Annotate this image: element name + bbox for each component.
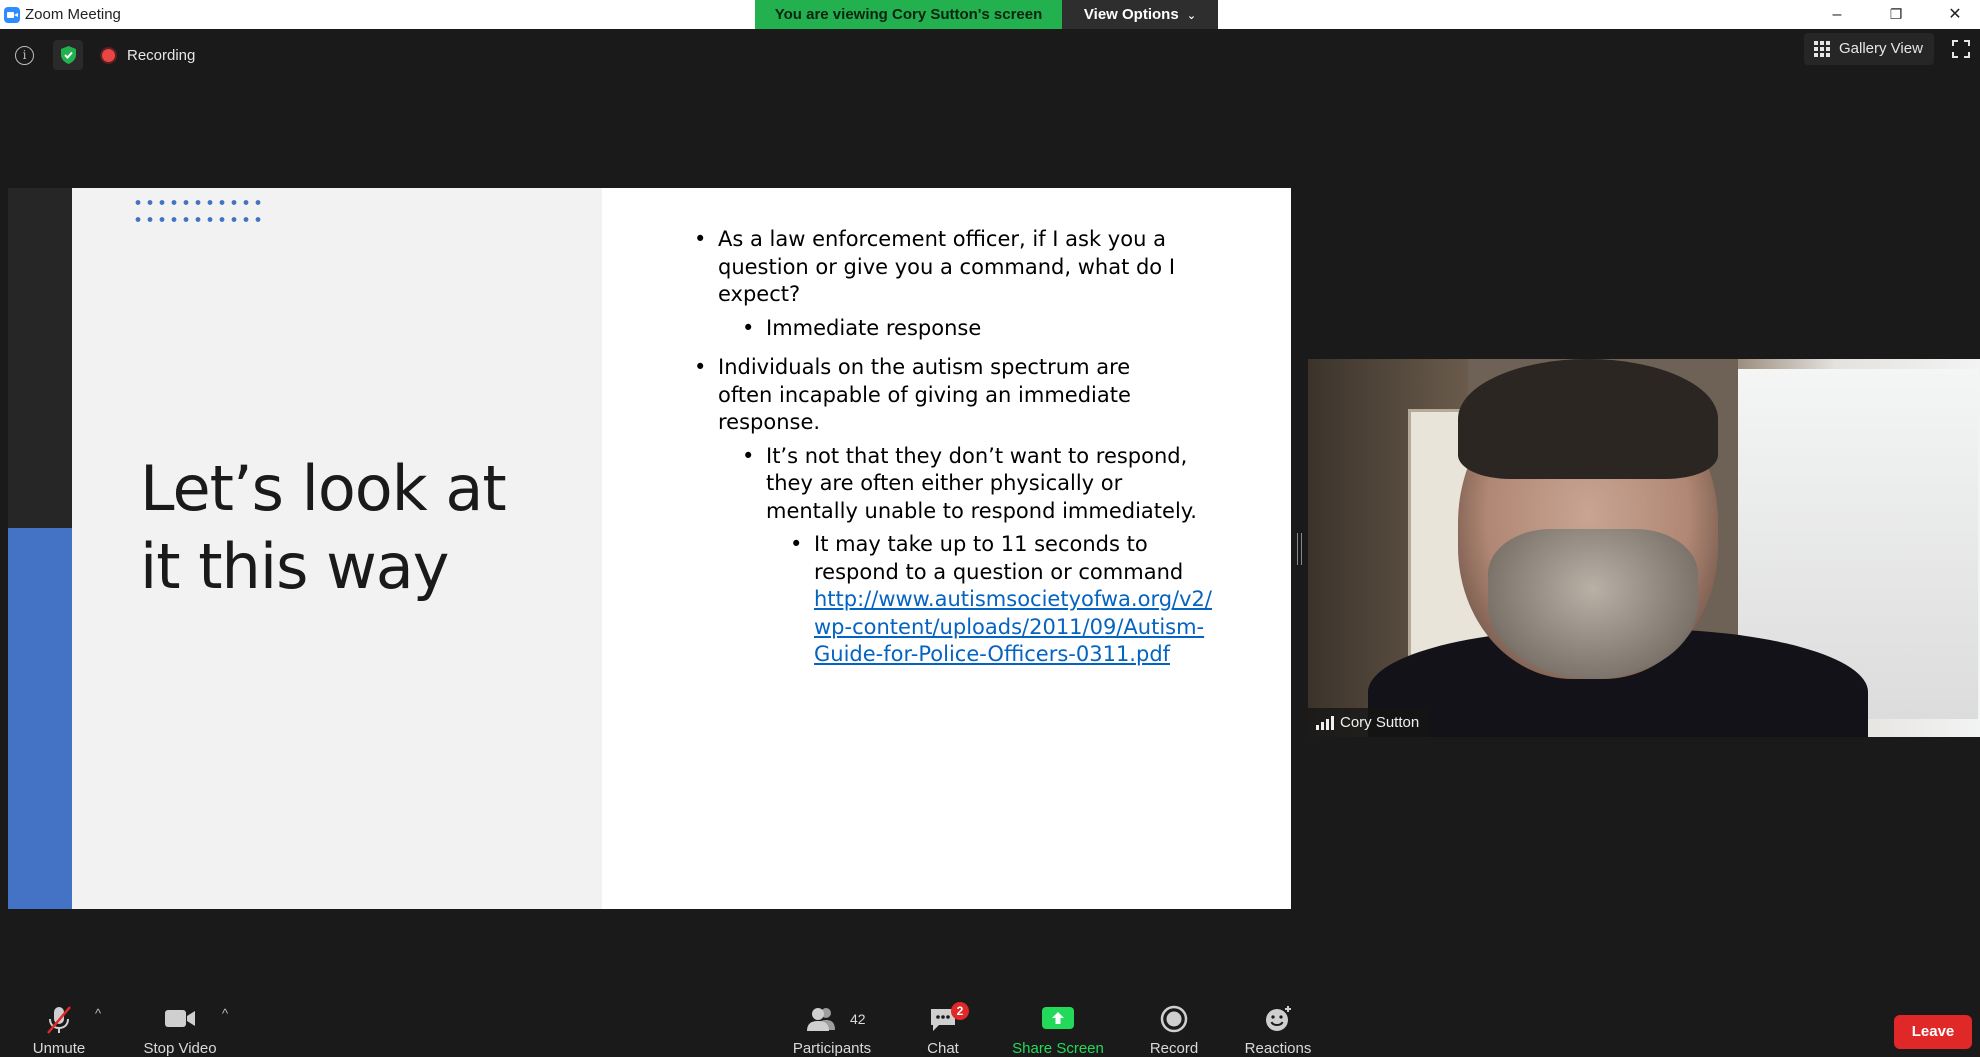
unmute-button[interactable]: Unmute bbox=[9, 1000, 109, 1057]
reactions-label: Reactions bbox=[1244, 1040, 1312, 1057]
security-shield-button[interactable] bbox=[53, 40, 83, 70]
window-title: Zoom Meeting bbox=[25, 6, 121, 23]
view-options-button[interactable]: View Options ⌄ bbox=[1062, 0, 1218, 29]
chat-button[interactable]: Chat bbox=[893, 1000, 993, 1057]
participant-video-tile[interactable]: Cory Sutton bbox=[1308, 359, 1980, 737]
share-screen-icon bbox=[1042, 1007, 1074, 1029]
meeting-info-icon[interactable]: i bbox=[15, 46, 34, 65]
slide-bullet: As a law enforcement officer, if I ask y… bbox=[694, 226, 1188, 309]
viewing-screen-banner: You are viewing Cory Sutton's screen bbox=[755, 0, 1062, 29]
close-button[interactable]: ✕ bbox=[1932, 0, 1978, 29]
minimize-button[interactable]: – bbox=[1814, 0, 1860, 29]
participant-name-tag: Cory Sutton bbox=[1308, 708, 1430, 737]
recording-label: Recording bbox=[127, 47, 196, 64]
slide-title: Let’s look at it this way bbox=[140, 450, 507, 606]
participants-label: Participants bbox=[792, 1040, 872, 1057]
chevron-down-icon: ⌄ bbox=[1186, 10, 1197, 22]
share-screen-label: Share Screen bbox=[1012, 1040, 1104, 1057]
record-dot-icon bbox=[102, 49, 115, 62]
slide-accent-dark bbox=[8, 188, 72, 528]
window-titlebar: Zoom Meeting You are viewing Cory Sutton… bbox=[0, 0, 1980, 29]
slide-bullet: It’s not that they don’t want to respond… bbox=[742, 443, 1216, 526]
meeting-toolbar: Unmute ^ Stop Video ^ Participants Chat … bbox=[0, 994, 1980, 1057]
shield-icon bbox=[61, 46, 76, 64]
slide-dot-pattern bbox=[132, 194, 264, 224]
slide-title-line: Let’s look at bbox=[140, 452, 507, 525]
participant-name: Cory Sutton bbox=[1340, 714, 1420, 731]
signal-strength-icon bbox=[1316, 716, 1334, 731]
stop-video-label: Stop Video bbox=[143, 1040, 217, 1057]
slide-accent-blue bbox=[8, 528, 72, 909]
record-label: Record bbox=[1149, 1040, 1199, 1057]
audio-options-caret-icon[interactable]: ^ bbox=[95, 1006, 109, 1021]
video-options-caret-icon[interactable]: ^ bbox=[222, 1006, 236, 1021]
participant-count: 42 bbox=[850, 1011, 866, 1027]
slide-reference-link[interactable]: http://www.autismsocietyofwa.org/v2/wp-c… bbox=[814, 586, 1214, 669]
gallery-view-label: Gallery View bbox=[1839, 40, 1923, 57]
record-button[interactable]: Record bbox=[1124, 1000, 1224, 1057]
shared-screen: Let’s look at it this way As a law enfor… bbox=[8, 188, 1291, 909]
panel-resize-handle[interactable] bbox=[1297, 533, 1302, 565]
slide-bullet: Individuals on the autism spectrum are o… bbox=[694, 354, 1188, 437]
grid-icon bbox=[1814, 41, 1830, 57]
video-camera-icon bbox=[165, 1010, 195, 1027]
restore-button[interactable]: ❐ bbox=[1873, 0, 1919, 29]
slide-title-line: it this way bbox=[140, 530, 449, 603]
zoom-logo-icon bbox=[4, 7, 20, 23]
reactions-button[interactable]: Reactions bbox=[1228, 1000, 1328, 1057]
leave-button[interactable]: Leave bbox=[1894, 1015, 1972, 1049]
slide-bullet: Immediate response bbox=[742, 315, 1216, 343]
gallery-view-button[interactable]: Gallery View bbox=[1804, 33, 1934, 65]
slide-bullet: It may take up to 11 seconds to respond … bbox=[790, 531, 1214, 669]
microphone-muted-icon bbox=[47, 1006, 71, 1034]
view-options-label: View Options bbox=[1083, 6, 1179, 23]
slide-bullet-list: As a law enforcement officer, if I ask y… bbox=[688, 226, 1228, 675]
recording-indicator[interactable]: Recording bbox=[90, 40, 200, 70]
chat-unread-badge: 2 bbox=[951, 1002, 969, 1020]
participants-button[interactable]: Participants bbox=[782, 1000, 882, 1057]
stop-video-button[interactable]: Stop Video bbox=[130, 1000, 230, 1057]
fullscreen-icon[interactable] bbox=[1952, 40, 1970, 58]
slide-bullet-text: It may take up to 11 seconds to respond … bbox=[814, 532, 1184, 584]
smiley-reaction-icon bbox=[1266, 1006, 1291, 1031]
share-screen-button[interactable]: Share Screen bbox=[1008, 1000, 1108, 1057]
chat-label: Chat bbox=[927, 1040, 959, 1057]
participants-icon bbox=[807, 1008, 835, 1031]
unmute-label: Unmute bbox=[32, 1040, 86, 1057]
record-icon bbox=[1160, 1005, 1188, 1033]
